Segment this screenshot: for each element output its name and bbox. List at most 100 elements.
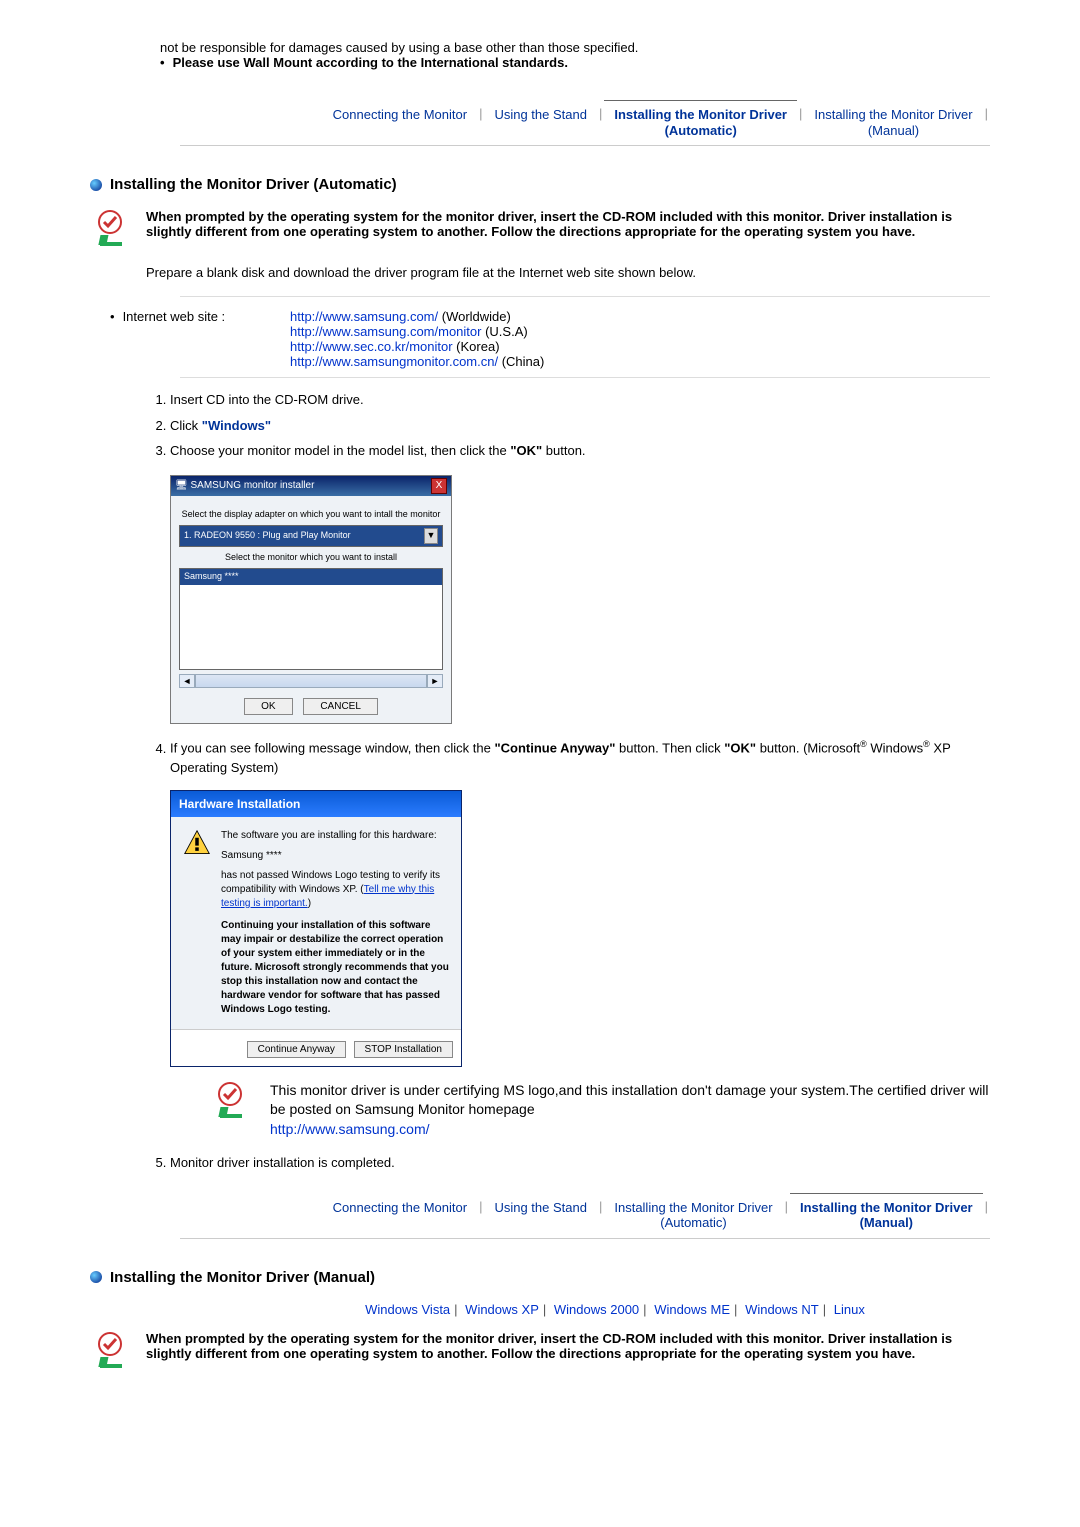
step-5: Monitor driver installation is completed… [170, 1153, 990, 1173]
link-samsung-usa[interactable]: http://www.samsung.com/monitor [290, 324, 481, 339]
tab-using-stand[interactable]: Using the Stand [484, 100, 597, 145]
tab-install-driver-manual[interactable]: Installing the Monitor Driver (Manual) [804, 100, 982, 145]
sep: | [454, 1302, 457, 1317]
tab-connecting-monitor[interactable]: Connecting the Monitor [323, 1193, 477, 1238]
horizontal-scrollbar[interactable]: ◄ ► [179, 674, 443, 688]
step-4-text-a: If you can see following message window,… [170, 741, 494, 756]
warn-line1: The software you are installing for this… [221, 829, 449, 843]
tab-separator: | [477, 100, 484, 145]
sep: | [823, 1302, 826, 1317]
tab-separator: | [983, 100, 990, 145]
installer-dialog: 🖥 SAMSUNG monitor installer X Select the… [170, 475, 452, 725]
os-link-nt[interactable]: Windows NT [745, 1302, 819, 1317]
check-note-icon [90, 1331, 130, 1371]
link-samsung-china[interactable]: http://www.samsungmonitor.com.cn/ [290, 354, 498, 369]
monitor-list-item[interactable]: Samsung **** [180, 569, 442, 585]
section-bullet-icon [90, 179, 102, 191]
link-samsung-worldwide[interactable]: http://www.samsung.com/ [290, 309, 438, 324]
link-samsung-cert[interactable]: http://www.samsung.com/ [270, 1121, 430, 1137]
chevron-down-icon[interactable]: ▼ [424, 528, 438, 544]
divider [180, 296, 990, 297]
reg-mark: ® [923, 739, 930, 749]
os-link-2000[interactable]: Windows 2000 [554, 1302, 639, 1317]
tab-separator: | [597, 1193, 604, 1238]
section-nav-tabs-2: Connecting the Monitor | Using the Stand… [180, 1193, 990, 1239]
install-steps: Insert CD into the CD-ROM drive. Click "… [170, 390, 990, 1173]
link-loc: (Worldwide) [438, 309, 511, 324]
internet-website-label: Internet web site : [110, 309, 225, 324]
warn-product: Samsung **** [221, 849, 449, 863]
hardware-warning-title: Hardware Installation [171, 791, 461, 817]
cancel-button[interactable]: CANCEL [303, 698, 378, 715]
tab-install-driver-auto[interactable]: Installing the Monitor Driver (Automatic… [604, 100, 797, 145]
website-list: http://www.samsung.com/ (Worldwide) http… [290, 309, 990, 369]
warn-line2b: ) [308, 898, 311, 909]
ok-button[interactable]: OK [244, 698, 292, 715]
link-loc: (Korea) [453, 339, 500, 354]
os-link-vista[interactable]: Windows Vista [365, 1302, 450, 1317]
step-4-ok: "OK" [724, 741, 756, 756]
step-4: If you can see following message window,… [170, 738, 990, 1139]
tab-separator: | [983, 1193, 990, 1238]
warn-line3: Continuing your installation of this sof… [221, 919, 449, 1017]
installer-adapter-label: Select the display adapter on which you … [179, 508, 443, 522]
wall-mount-note: Please use Wall Mount according to the I… [160, 55, 990, 70]
prepare-disk-text: Prepare a blank disk and download the dr… [146, 265, 990, 280]
step-2-text: Click [170, 418, 202, 433]
tab-install-driver-auto[interactable]: Installing the Monitor Driver (Automatic… [604, 1193, 782, 1238]
check-note-icon [90, 209, 130, 249]
scroll-left-icon[interactable]: ◄ [179, 674, 195, 688]
carryover-line: not be responsible for damages caused by… [160, 40, 990, 55]
step-3-text-c: button. [542, 443, 585, 458]
step-2-windows: "Windows" [202, 418, 271, 433]
monitor-list[interactable]: Samsung **** [179, 568, 443, 670]
tab-install-driver-manual[interactable]: Installing the Monitor Driver (Manual) [790, 1193, 983, 1238]
link-samsung-korea[interactable]: http://www.sec.co.kr/monitor [290, 339, 453, 354]
section-title-auto: Installing the Monitor Driver (Automatic… [110, 176, 397, 193]
installer-monitor-label: Select the monitor which you want to ins… [179, 551, 443, 565]
tab-separator: | [783, 1193, 790, 1238]
link-loc: (U.S.A) [481, 324, 527, 339]
hardware-warning-dialog: Hardware Installation The software you a… [170, 790, 462, 1067]
link-loc: (China) [498, 354, 544, 369]
tab-using-stand[interactable]: Using the Stand [484, 1193, 597, 1238]
os-link-me[interactable]: Windows ME [654, 1302, 730, 1317]
section-title-manual: Installing the Monitor Driver (Manual) [110, 1269, 375, 1286]
step-4-text-f: Windows [867, 741, 923, 756]
installer-dialog-title-text: SAMSUNG monitor installer [190, 480, 314, 491]
section-nav-tabs-1: Connecting the Monitor | Using the Stand… [180, 100, 990, 146]
scroll-right-icon[interactable]: ► [427, 674, 443, 688]
os-link-linux[interactable]: Linux [834, 1302, 865, 1317]
check-note-icon [210, 1081, 250, 1121]
os-link-xp[interactable]: Windows XP [465, 1302, 539, 1317]
os-links-row: Windows Vista | Windows XP | Windows 2000 |… [240, 1302, 990, 1317]
continue-anyway-button[interactable]: Continue Anyway [247, 1041, 346, 1058]
cert-text: This monitor driver is under certifying … [270, 1082, 989, 1118]
step-2: Click "Windows" [170, 416, 990, 436]
step-4-text-c: button. Then click [615, 741, 724, 756]
step-1: Insert CD into the CD-ROM drive. [170, 390, 990, 410]
step-3: Choose your monitor model in the model l… [170, 441, 990, 724]
divider [180, 377, 990, 378]
driver-insert-note-manual: When prompted by the operating system fo… [146, 1331, 990, 1371]
tab-separator: | [597, 100, 604, 145]
sep: | [543, 1302, 546, 1317]
sep: | [643, 1302, 646, 1317]
step-4-continue: "Continue Anyway" [494, 741, 615, 756]
adapter-select[interactable]: 1. RADEON 9550 : Plug and Play Monitor ▼ [179, 525, 443, 547]
warning-icon [183, 829, 211, 857]
tab-connecting-monitor[interactable]: Connecting the Monitor [323, 100, 477, 145]
step-3-ok: "OK" [510, 443, 542, 458]
section-bullet-icon [90, 1271, 102, 1283]
adapter-select-value: 1. RADEON 9550 : Plug and Play Monitor [184, 529, 351, 543]
close-icon[interactable]: X [431, 478, 447, 494]
reg-mark: ® [860, 739, 867, 749]
step-4-text-e: button. (Microsoft [756, 741, 860, 756]
step-3-text-a: Choose your monitor model in the model l… [170, 443, 510, 458]
tab-separator: | [477, 1193, 484, 1238]
scroll-track[interactable] [195, 674, 427, 688]
stop-installation-button[interactable]: STOP Installation [354, 1041, 453, 1058]
driver-insert-note: When prompted by the operating system fo… [146, 209, 990, 249]
tab-separator: | [797, 100, 804, 145]
sep: | [734, 1302, 737, 1317]
